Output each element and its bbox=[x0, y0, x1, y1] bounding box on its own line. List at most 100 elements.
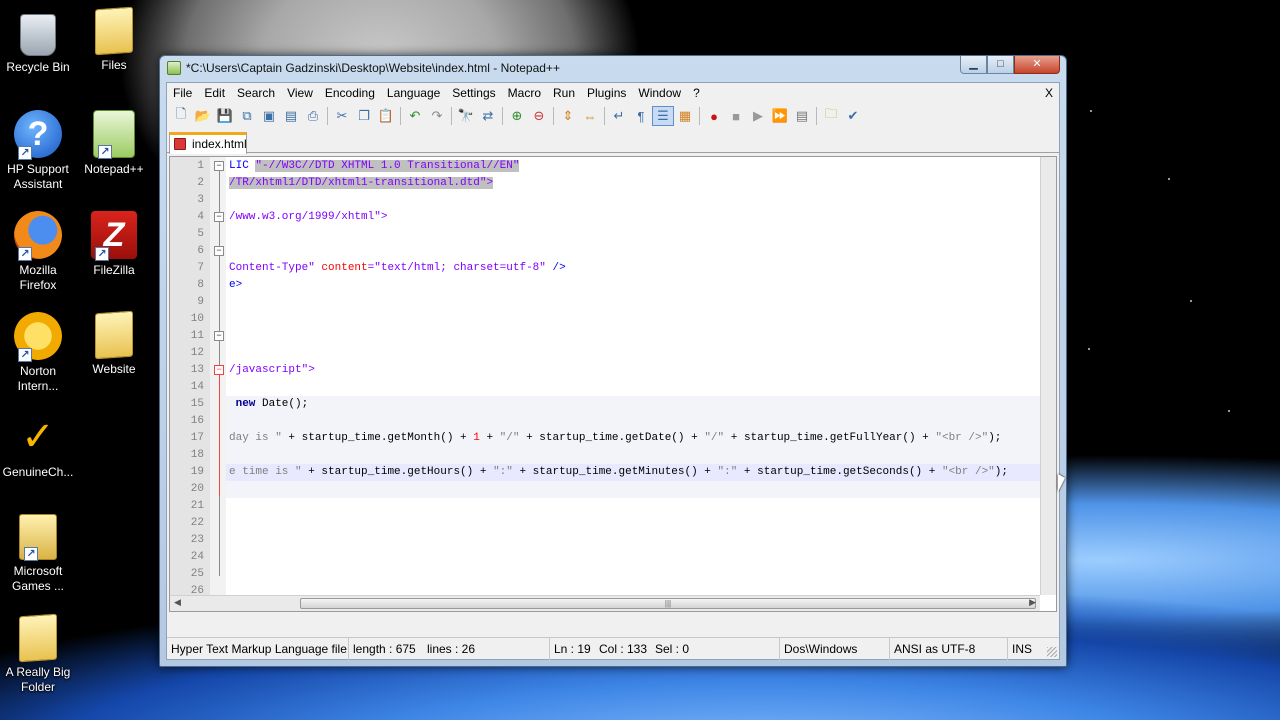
code-token: "/" bbox=[704, 432, 725, 444]
sync-h-icon[interactable]: ⇔ bbox=[579, 106, 601, 126]
desktop-icon-genuine[interactable]: ✓ GenuineCh... bbox=[0, 413, 76, 480]
code-line: 1 − LIC "-//W3C//DTD XHTML 1.0 Transitio… bbox=[170, 158, 1040, 175]
zoom-in-icon[interactable]: ⊕ bbox=[506, 106, 528, 126]
menu-window[interactable]: Window bbox=[632, 83, 687, 104]
menu-help[interactable]: ? bbox=[687, 83, 706, 104]
code-line: 24 bbox=[170, 549, 1040, 566]
close-all-icon[interactable]: ▤ bbox=[280, 106, 302, 126]
maximize-button[interactable]: □ bbox=[987, 56, 1014, 74]
replace-icon[interactable]: ⇄ bbox=[477, 106, 499, 126]
undo-icon[interactable]: ↶ bbox=[404, 106, 426, 126]
close-button[interactable]: ✕ bbox=[1014, 56, 1060, 74]
new-file-icon[interactable]: 🗋 bbox=[170, 106, 192, 126]
code-token: + startup_time.getFullYear() + bbox=[724, 432, 936, 444]
copy-icon[interactable]: ❐ bbox=[353, 106, 375, 126]
close-icon[interactable]: ▣ bbox=[258, 106, 280, 126]
menu-edit[interactable]: Edit bbox=[198, 83, 231, 104]
print-icon[interactable]: ⎙ bbox=[302, 106, 324, 126]
toolbar-separator bbox=[451, 107, 452, 125]
title-bar[interactable]: *C:\Users\Captain Gadzinski\Desktop\Webs… bbox=[160, 56, 1066, 80]
fold-toggle-icon[interactable]: − bbox=[214, 365, 224, 375]
wrap-icon[interactable]: ↵ bbox=[608, 106, 630, 126]
desktop-icon-label: FileZilla bbox=[93, 263, 135, 277]
notepad-plus-plus-icon[interactable] bbox=[167, 61, 181, 75]
code-line: 17 day is " + startup_time.getMonth() + … bbox=[191, 430, 1040, 447]
line-number: 25 bbox=[190, 568, 204, 580]
toolbar-separator bbox=[816, 107, 817, 125]
paste-icon[interactable]: 📋 bbox=[375, 106, 397, 126]
run-macro-multiple-icon[interactable]: ⏩ bbox=[769, 106, 791, 126]
code-text: Content-Type" content="text/html; charse… bbox=[229, 260, 566, 277]
menu-run[interactable]: Run bbox=[547, 83, 581, 104]
shortcut-arrow-icon: ↗ bbox=[18, 247, 32, 261]
vertical-scrollbar[interactable] bbox=[1040, 157, 1056, 595]
horizontal-scroll-thumb[interactable]: ||| bbox=[300, 598, 1036, 609]
star bbox=[1228, 410, 1230, 412]
menu-encoding[interactable]: Encoding bbox=[319, 83, 381, 104]
open-folder-icon[interactable]: 🗀 bbox=[820, 106, 842, 126]
all-chars-icon[interactable]: ¶ bbox=[630, 106, 652, 126]
tab-index-html[interactable]: index.html bbox=[169, 132, 247, 154]
save-all-icon[interactable]: ⧉ bbox=[236, 106, 258, 126]
fold-toggle-icon[interactable]: − bbox=[214, 246, 224, 256]
line-number: 22 bbox=[190, 517, 204, 529]
current-line: 19 e time is " + startup_time.getHours()… bbox=[191, 464, 1040, 481]
play-macro-icon[interactable]: ▶ bbox=[747, 106, 769, 126]
redo-icon[interactable]: ↷ bbox=[426, 106, 448, 126]
stop-macro-icon[interactable]: ■ bbox=[725, 106, 747, 126]
recycle-bin-icon bbox=[20, 14, 56, 56]
open-file-icon[interactable]: 📂 bbox=[192, 106, 214, 126]
code-text: LIC "-//W3C//DTD XHTML 1.0 Transitional/… bbox=[229, 158, 520, 175]
save-macro-icon[interactable]: ▤ bbox=[791, 106, 813, 126]
close-document-button[interactable]: X bbox=[1045, 83, 1053, 104]
record-macro-icon[interactable]: ● bbox=[703, 106, 725, 126]
menu-view[interactable]: View bbox=[281, 83, 319, 104]
cut-icon[interactable]: ✂ bbox=[331, 106, 353, 126]
save-icon[interactable]: 💾 bbox=[214, 106, 236, 126]
code-editor[interactable]: 1 − LIC "-//W3C//DTD XHTML 1.0 Transitio… bbox=[169, 156, 1057, 612]
desktop-icon-filezilla[interactable]: Z ↗ FileZilla bbox=[76, 211, 152, 278]
code-line: 3 bbox=[170, 192, 1040, 209]
line-number: 19 bbox=[190, 466, 204, 478]
menu-search[interactable]: Search bbox=[231, 83, 281, 104]
desktop-icon-big-folder[interactable]: A Really Big Folder bbox=[0, 613, 76, 695]
indent-guide-icon[interactable]: ☰ bbox=[652, 106, 674, 126]
desktop-icon-norton[interactable]: ↗ Norton Intern... bbox=[0, 312, 76, 394]
code-line: 8 e> bbox=[170, 277, 1040, 294]
resize-grip-icon[interactable] bbox=[1047, 647, 1057, 657]
desktop-icon-files[interactable]: Files bbox=[76, 6, 152, 73]
desktop-icon-microsoft-games[interactable]: ↗ Microsoft Games ... bbox=[0, 514, 76, 594]
toolbar-separator bbox=[553, 107, 554, 125]
find-icon[interactable]: 🔭 bbox=[455, 106, 477, 126]
zoom-out-icon[interactable]: ⊖ bbox=[528, 106, 550, 126]
sync-v-icon[interactable]: ⇕ bbox=[557, 106, 579, 126]
code-token: + startup_time.getDate() + bbox=[519, 432, 705, 444]
desktop-icon-hp-support[interactable]: ? ↗ HP Support Assistant bbox=[0, 110, 76, 192]
desktop-icon-notepadpp[interactable]: ↗ Notepad++ bbox=[76, 110, 152, 177]
desktop-icon-firefox[interactable]: ↗ Mozilla Firefox bbox=[0, 211, 76, 293]
fold-toggle-icon[interactable]: − bbox=[214, 331, 224, 341]
line-number: 13 bbox=[190, 364, 204, 376]
horizontal-scrollbar[interactable]: ◀ ||| ▶ bbox=[170, 595, 1040, 611]
fold-toggle-icon[interactable]: − bbox=[214, 212, 224, 222]
folder-icon bbox=[95, 6, 133, 56]
menu-settings[interactable]: Settings bbox=[446, 83, 501, 104]
genuine-check-icon: ✓ bbox=[21, 415, 55, 459]
menu-file[interactable]: File bbox=[167, 83, 198, 104]
menu-macro[interactable]: Macro bbox=[502, 83, 547, 104]
fold-toggle-icon[interactable]: − bbox=[214, 161, 224, 171]
user-lang-icon[interactable]: ▦ bbox=[674, 106, 696, 126]
desktop-icon-website[interactable]: Website bbox=[76, 310, 152, 377]
line-number: 17 bbox=[190, 432, 204, 444]
menu-plugins[interactable]: Plugins bbox=[581, 83, 632, 104]
menu-language[interactable]: Language bbox=[381, 83, 446, 104]
scroll-right-icon[interactable]: ▶ bbox=[1029, 597, 1036, 608]
firefox-icon: ↗ bbox=[14, 211, 62, 261]
desktop-icon-recycle-bin[interactable]: Recycle Bin bbox=[0, 8, 76, 75]
code-token: + bbox=[479, 432, 500, 444]
code-token: + startup_time.getHours() + bbox=[301, 466, 494, 478]
toolbar-separator bbox=[400, 107, 401, 125]
spellcheck-icon[interactable]: ✔ bbox=[842, 106, 864, 126]
scroll-left-icon[interactable]: ◀ bbox=[174, 597, 181, 608]
minimize-button[interactable]: ▁ bbox=[960, 56, 987, 74]
